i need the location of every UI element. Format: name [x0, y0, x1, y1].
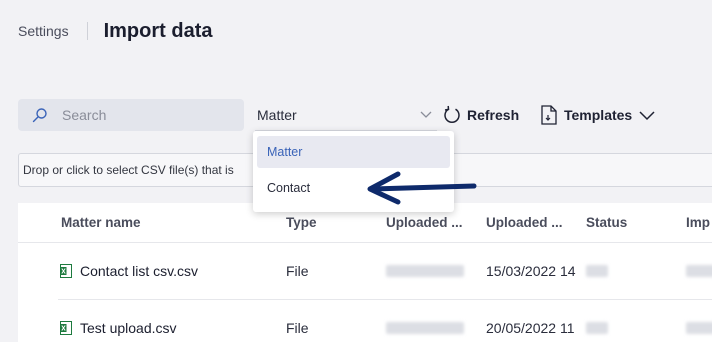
- type-cell: File: [286, 263, 309, 279]
- table-row[interactable]: Contact list csv.csv File 15/03/2022 14: [18, 243, 712, 300]
- search-box[interactable]: [18, 99, 244, 131]
- uploaded-date-cell: 20/05/2022 11: [486, 320, 575, 336]
- column-header[interactable]: Uploaded ...: [386, 215, 463, 230]
- column-header[interactable]: Status: [586, 215, 627, 230]
- breadcrumb-settings[interactable]: Settings: [18, 23, 69, 39]
- type-select-value: Matter: [257, 106, 297, 123]
- refresh-label: Refresh: [467, 107, 520, 123]
- page-title: Import data: [103, 19, 213, 42]
- redacted-status: [586, 265, 608, 277]
- file-name: Test upload.csv: [80, 320, 177, 336]
- type-select[interactable]: Matter: [255, 99, 437, 131]
- table-row[interactable]: Test upload.csv File 20/05/2022 11: [18, 300, 712, 342]
- templates-button[interactable]: Templates: [540, 99, 656, 131]
- uploaded-date-cell: 15/03/2022 14: [486, 263, 576, 279]
- type-cell: File: [286, 320, 309, 336]
- header-divider: [86, 22, 88, 40]
- matter-name-cell[interactable]: Contact list csv.csv: [60, 263, 198, 279]
- search-icon: [32, 108, 47, 123]
- excel-file-icon: [60, 321, 72, 335]
- file-name: Contact list csv.csv: [80, 263, 198, 279]
- redacted-uploader: [386, 265, 464, 277]
- refresh-icon: [444, 105, 460, 123]
- column-header[interactable]: Type: [286, 215, 317, 230]
- page-header: Settings Import data: [18, 18, 213, 44]
- dropzone-text: Drop or click to select CSV file(s) that…: [23, 163, 234, 177]
- chevron-down-icon: [639, 111, 655, 121]
- redacted-status: [586, 322, 608, 334]
- chevron-down-icon: [420, 111, 432, 118]
- imports-table: Matter name Type Uploaded ... Uploaded .…: [18, 203, 712, 342]
- column-header[interactable]: Uploaded ...: [486, 215, 563, 230]
- redacted-uploader: [386, 322, 464, 334]
- refresh-button[interactable]: Refresh: [442, 99, 519, 131]
- redacted-imported: [686, 265, 712, 277]
- matter-name-cell[interactable]: Test upload.csv: [60, 320, 177, 336]
- search-input[interactable]: [62, 107, 222, 123]
- arrow-icon: [367, 171, 477, 205]
- column-header[interactable]: Matter name: [61, 215, 141, 230]
- redacted-imported: [686, 322, 712, 334]
- excel-file-icon: [60, 264, 72, 278]
- templates-label: Templates: [564, 107, 633, 123]
- document-icon: [541, 105, 557, 125]
- dropdown-option-matter[interactable]: Matter: [257, 136, 450, 168]
- column-header[interactable]: Imp: [686, 215, 710, 230]
